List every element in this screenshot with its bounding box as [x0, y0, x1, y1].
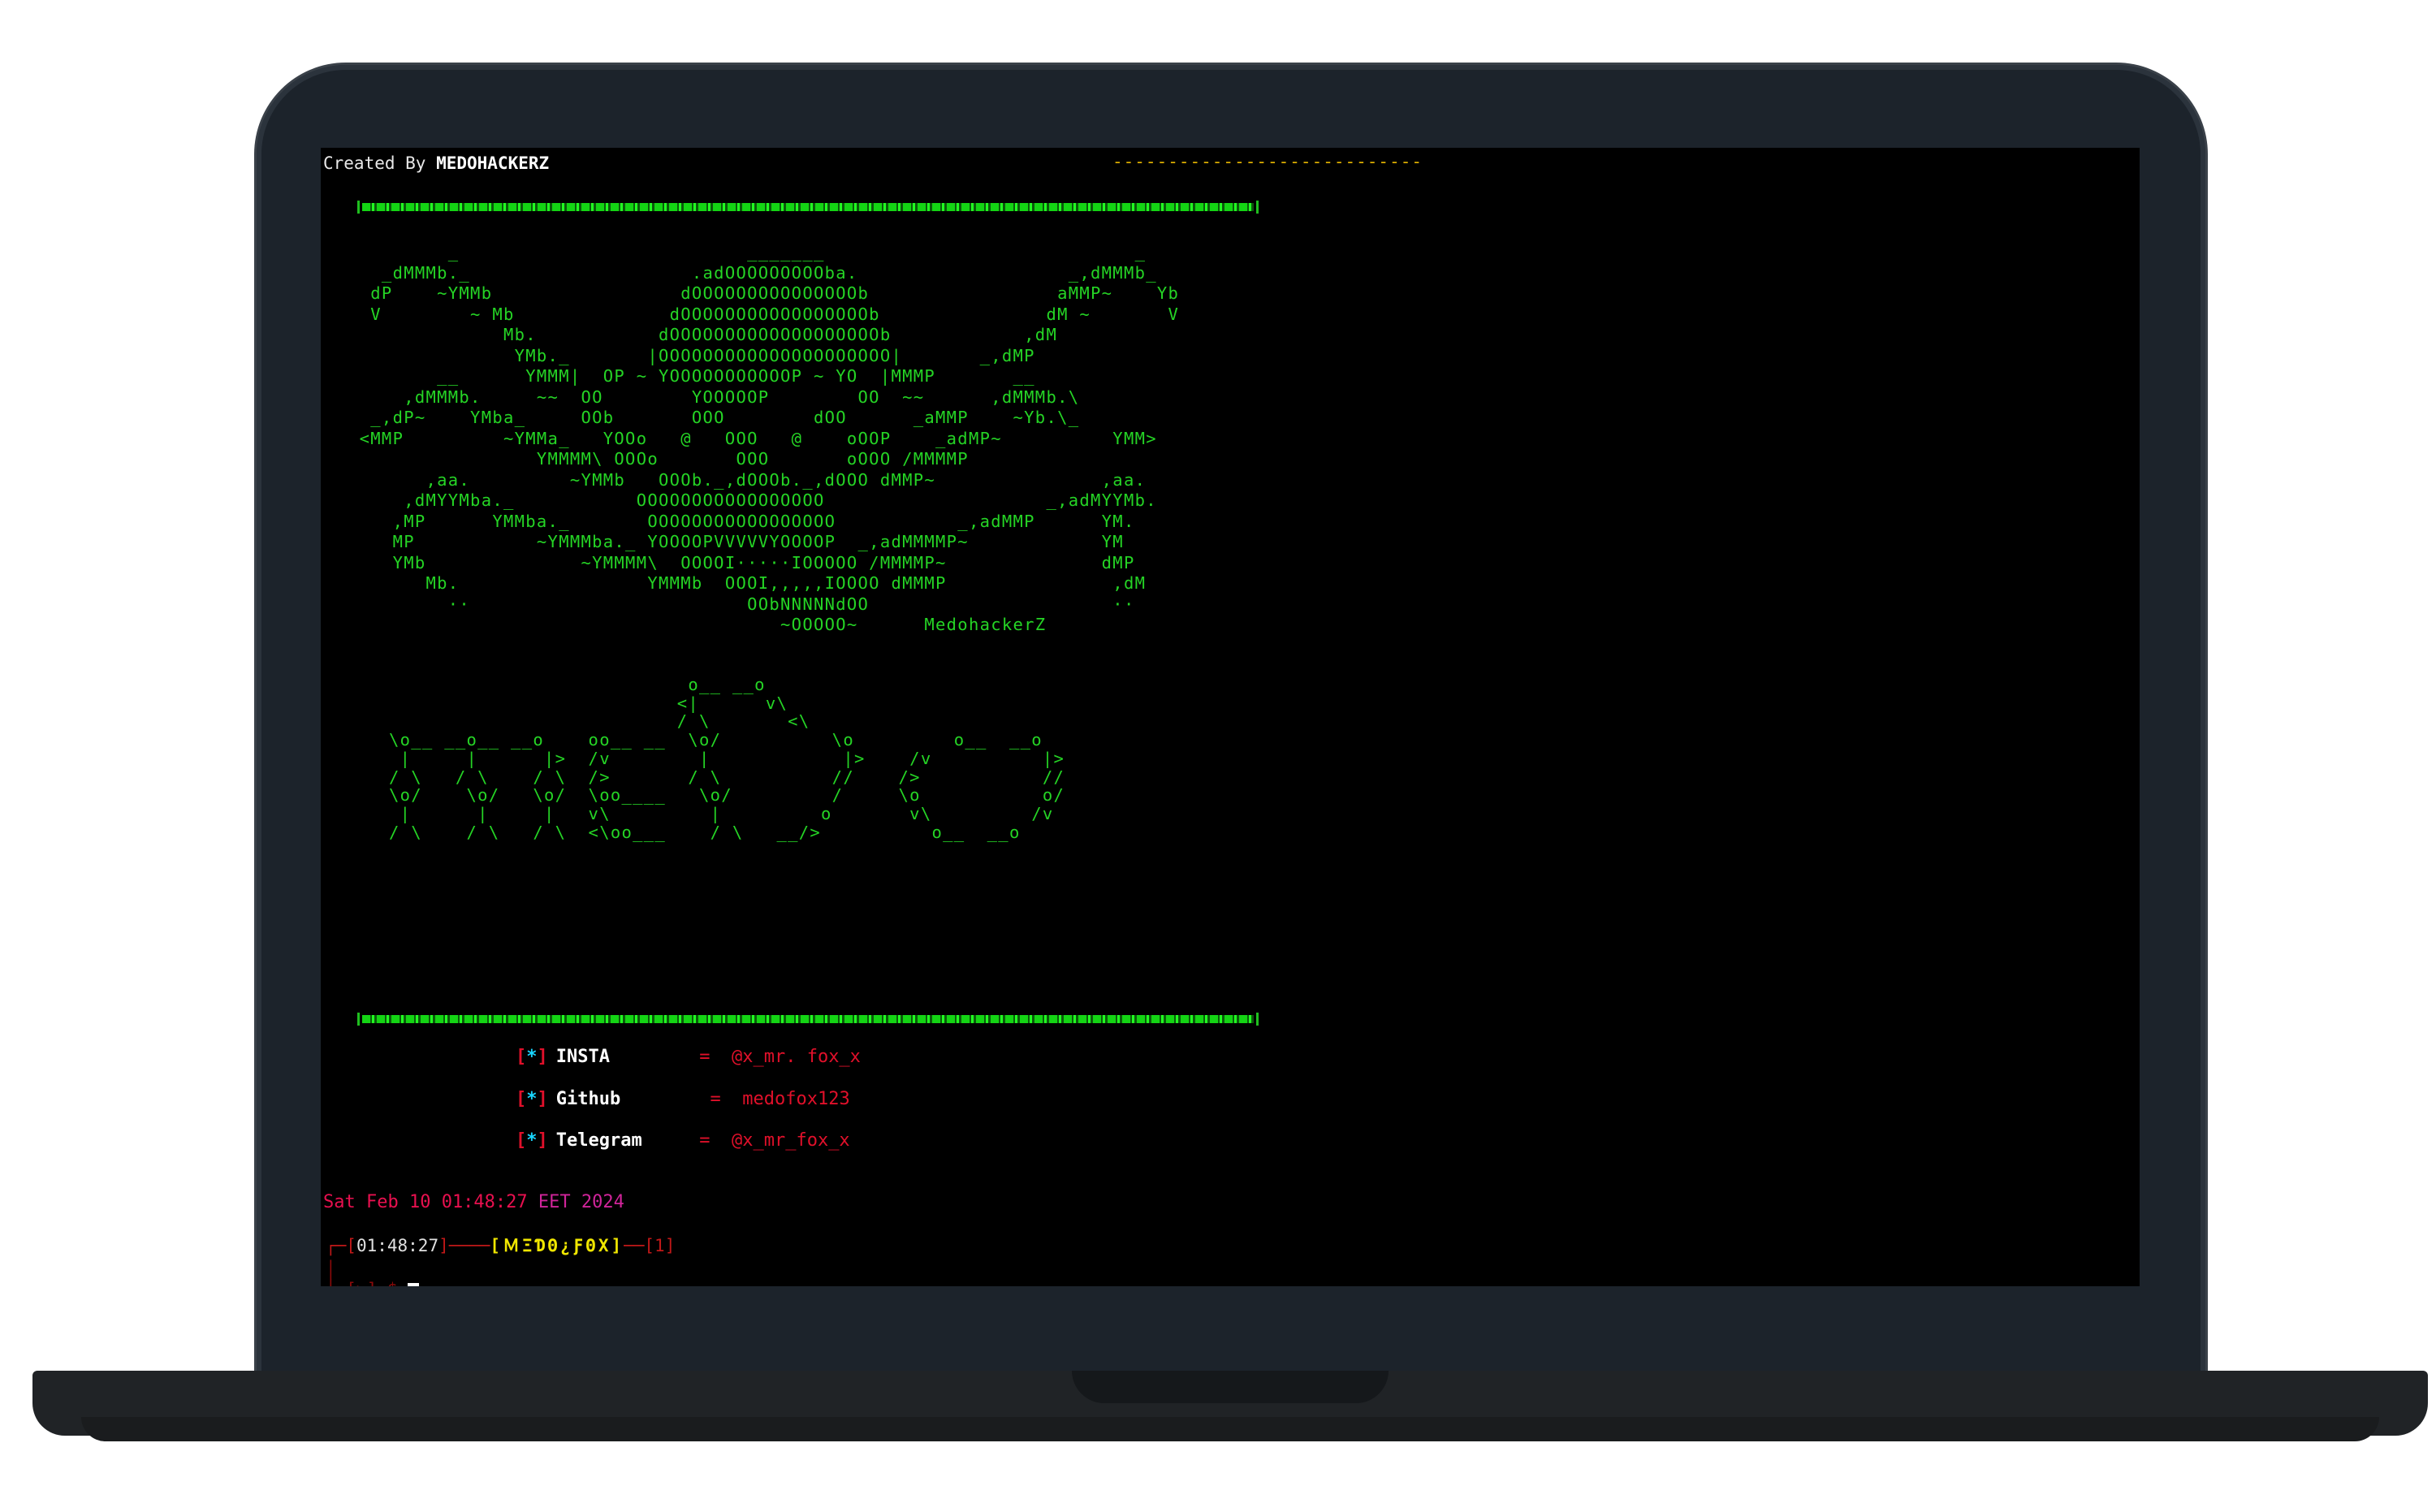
shell-input-line[interactable]: │ └─[>]~$ — [326, 1260, 420, 1286]
github-handle: medofox123 — [742, 1089, 850, 1109]
created-by-header: Created By MEDOHACKERZ — [323, 153, 550, 173]
contact-insta: [*] INSTA = @x_mr. fox_x — [516, 1047, 861, 1067]
ascii-medo-logo: o__ __o <| v\ / \ <\ \o__ __o__ __o oo__… — [389, 675, 1065, 842]
ascii-skull-art: _ _______ _ _dMMMb._ .adOOOOOOOOOba. _,d… — [359, 242, 1180, 634]
prompt-username: [ＭΞƊΘ¿ƑΘΧ] — [490, 1236, 624, 1255]
header-dashes: ---------------------------- — [1112, 152, 1423, 171]
laptop-opening-notch — [1072, 1371, 1389, 1403]
laptop-base-shadow — [81, 1417, 2379, 1441]
date-line: Sat Feb 10 01:48:27 EET 2024 — [323, 1192, 624, 1212]
contact-telegram: [*] Telegram = @x_mr_fox_x — [516, 1130, 850, 1151]
insta-handle: @x_mr. fox_x — [731, 1047, 861, 1067]
text-cursor — [408, 1283, 420, 1286]
terminal-window[interactable]: Created By MEDOHACKERZ -----------------… — [321, 148, 2140, 1286]
bottom-divider — [357, 1013, 1259, 1026]
telegram-handle: @x_mr_fox_x — [731, 1130, 850, 1151]
author-name: MEDOHACKERZ — [436, 153, 550, 173]
prompt-time: 01:48:27 — [356, 1236, 439, 1255]
contact-github: [*] Github = medofox123 — [516, 1089, 850, 1109]
top-divider — [357, 201, 1259, 214]
shell-prompt: ┌─[01:48:27]────[ＭΞƊΘ¿ƑΘΧ]──[1] — [326, 1236, 676, 1255]
